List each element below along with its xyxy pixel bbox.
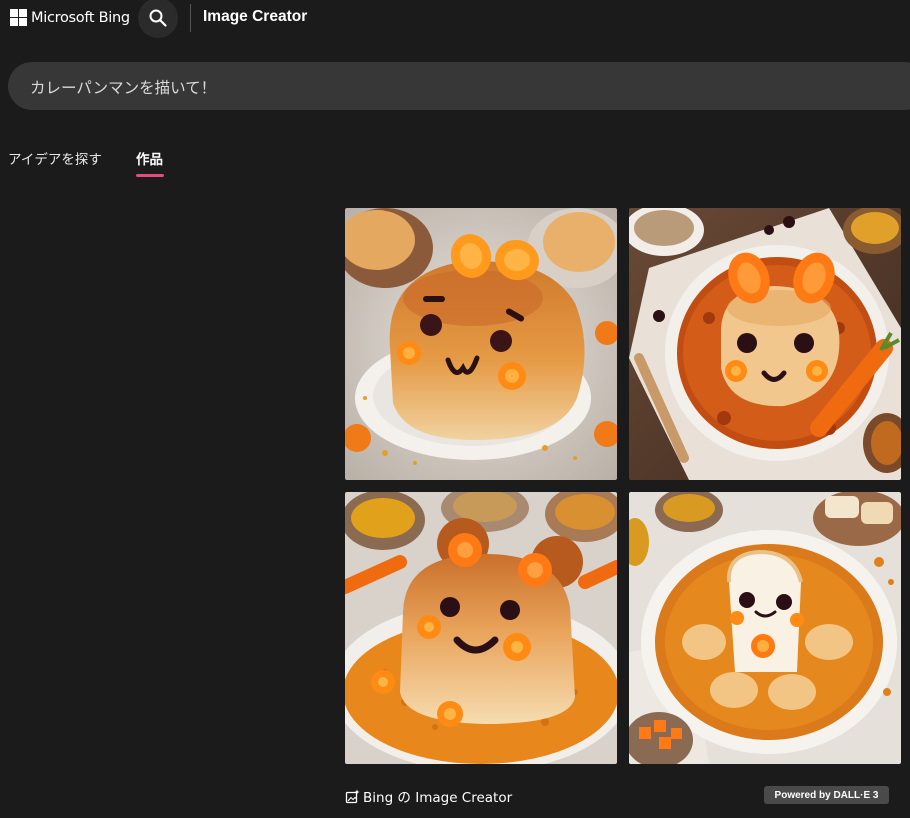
result-image-1[interactable] bbox=[345, 208, 617, 480]
search-icon bbox=[149, 9, 167, 27]
active-tab-indicator bbox=[136, 174, 164, 177]
app-title[interactable]: Image Creator bbox=[203, 8, 307, 26]
bing-logo[interactable]: Microsoft Bing bbox=[10, 9, 130, 26]
prompt-input[interactable] bbox=[28, 62, 892, 112]
top-bar: Microsoft Bing Image Creator bbox=[0, 0, 910, 38]
tab-explore-ideas[interactable]: アイデアを探す bbox=[8, 148, 102, 168]
header-divider bbox=[190, 4, 191, 32]
result-image-2[interactable] bbox=[629, 208, 901, 480]
image-creator-credit[interactable]: Bing の Image Creator bbox=[345, 786, 512, 806]
prompt-box[interactable] bbox=[8, 62, 910, 112]
credit-text: Bing の Image Creator bbox=[363, 790, 513, 806]
windows-logo-icon bbox=[10, 9, 27, 26]
brand-name: Microsoft Bing bbox=[31, 9, 130, 26]
result-image-4[interactable] bbox=[629, 492, 901, 764]
image-sparkle-icon bbox=[345, 789, 360, 803]
powered-by-badge: Powered by DALL·E 3 bbox=[764, 786, 889, 804]
search-button[interactable] bbox=[138, 0, 178, 38]
result-image-3[interactable] bbox=[345, 492, 617, 764]
tab-creations[interactable]: 作品 bbox=[136, 148, 163, 168]
